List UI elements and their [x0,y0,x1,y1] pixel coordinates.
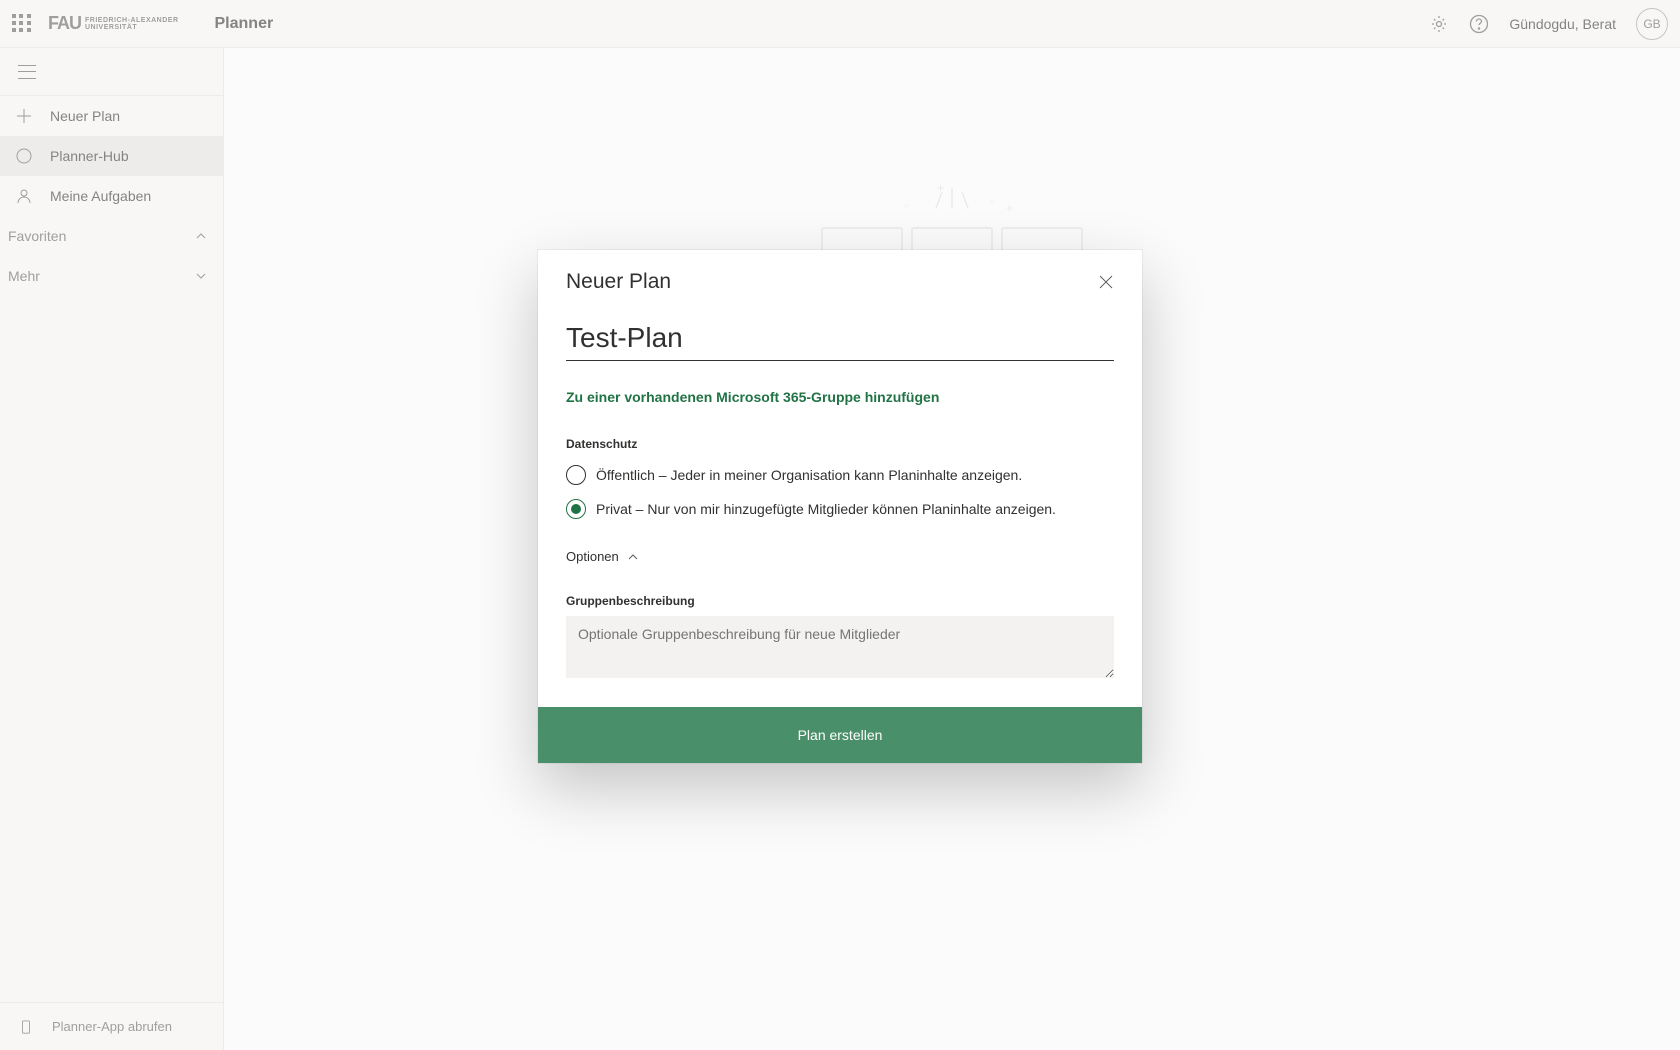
create-plan-button[interactable]: Plan erstellen [538,707,1142,763]
description-textarea[interactable] [566,616,1114,678]
description-label: Gruppenbeschreibung [566,594,1114,608]
options-toggle[interactable]: Optionen [566,549,1114,564]
privacy-option-private[interactable]: Privat – Nur von mir hinzugefügte Mitgli… [566,499,1114,519]
chevron-up-icon [627,551,639,563]
close-button[interactable] [1098,274,1114,290]
create-plan-label: Plan erstellen [798,727,883,743]
new-plan-dialog: Neuer Plan Zu einer vorhandenen Microsof… [538,250,1142,763]
radio-label: Privat – Nur von mir hinzugefügte Mitgli… [596,501,1056,517]
privacy-section-label: Datenschutz [566,437,1114,451]
dialog-title: Neuer Plan [566,270,671,294]
radio-icon [566,499,586,519]
add-to-group-link[interactable]: Zu einer vorhandenen Microsoft 365-Grupp… [566,389,939,405]
plan-name-input[interactable] [566,318,1114,361]
options-label: Optionen [566,549,619,564]
privacy-option-public[interactable]: Öffentlich – Jeder in meiner Organisatio… [566,465,1114,485]
dialog-backdrop[interactable]: Neuer Plan Zu einer vorhandenen Microsof… [0,0,1680,1050]
radio-label: Öffentlich – Jeder in meiner Organisatio… [596,467,1022,483]
radio-icon [566,465,586,485]
